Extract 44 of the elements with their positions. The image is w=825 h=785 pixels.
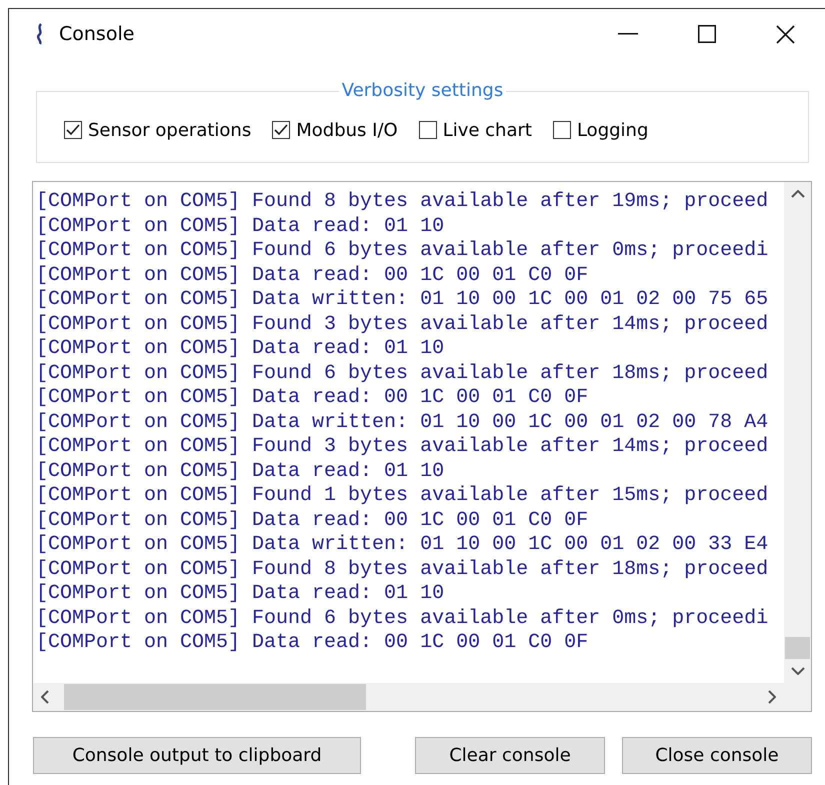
log-line: [COMPort on COM5] Data written: 01 10 00 1C 00 01 02 00 33 E4 xyxy=(36,533,768,558)
close-icon[interactable] xyxy=(776,24,795,44)
maximize-icon[interactable] xyxy=(698,25,716,43)
log-line: [COMPort on COM5] Data read: 00 1C 00 01 C0 0F xyxy=(36,508,588,533)
scroll-up-icon[interactable] xyxy=(790,190,804,198)
scroll-left-icon[interactable] xyxy=(41,690,49,704)
log-line: [COMPort on COM5] Found 8 bytes available after 19ms; proceed xyxy=(36,190,768,214)
copy-to-clipboard-button[interactable]: Console output to clipboard xyxy=(33,737,361,774)
log-line: [COMPort on COM5] Data written: 01 10 00 1C 00 01 02 00 75 65 xyxy=(36,288,768,312)
log-line: [COMPort on COM5] Found 1 bytes available after 15ms; proceed xyxy=(36,484,768,508)
log-line: [COMPort on COM5] Data read: 00 1C 00 01 C0 0F xyxy=(36,631,588,656)
log-line: [COMPort on COM5] Found 6 bytes available after 0ms; proceedi xyxy=(36,239,768,264)
log-line: [COMPort on COM5] Found 6 bytes available after 18ms; proceed xyxy=(36,362,768,386)
log-line: [COMPort on COM5] Found 3 bytes available after 14ms; proceed xyxy=(36,435,768,460)
vertical-scrollbar[interactable] xyxy=(784,182,811,683)
window-title: Console xyxy=(59,23,136,45)
log-line: [COMPort on COM5] Data read: 00 1C 00 01 C0 0F xyxy=(36,386,588,410)
checkbox[interactable] xyxy=(272,121,290,139)
scrollbar-thumb[interactable] xyxy=(785,637,810,659)
app-icon xyxy=(35,23,45,45)
checkbox-label: Live chart xyxy=(442,120,532,140)
log-line: [COMPort on COM5] Found 3 bytes available after 14ms; proceed xyxy=(36,312,768,337)
checkbox-label: Sensor operations xyxy=(88,120,252,140)
checkbox[interactable] xyxy=(64,121,82,139)
checkbox-label: Modbus I/O xyxy=(296,120,398,140)
group-title: Verbosity settings xyxy=(338,80,506,102)
log-line: [COMPort on COM5] Found 8 bytes available after 18ms; proceed xyxy=(36,558,768,582)
log-line: [COMPort on COM5] Found 6 bytes available after 0ms; proceedi xyxy=(36,606,768,631)
log-line: [COMPort on COM5] Data read: 01 10 xyxy=(36,214,444,239)
scrollbar-thumb[interactable] xyxy=(64,684,366,710)
log-line: [COMPort on COM5] Data read: 01 10 xyxy=(36,460,444,484)
close-console-button[interactable]: Close console xyxy=(622,737,812,774)
scroll-right-icon[interactable] xyxy=(768,690,776,704)
checkbox[interactable] xyxy=(418,121,437,139)
checkbox-label: Logging xyxy=(576,120,648,140)
scroll-down-icon[interactable] xyxy=(790,667,804,675)
horizontal-scrollbar[interactable] xyxy=(33,683,784,711)
checkbox[interactable] xyxy=(552,121,571,139)
log-line: [COMPort on COM5] Data written: 01 10 00 1C 00 01 02 00 78 A4 xyxy=(36,410,768,435)
clear-console-button[interactable]: Clear console xyxy=(415,737,605,774)
log-line: [COMPort on COM5] Data read: 01 10 xyxy=(36,582,444,606)
minimize-icon[interactable] xyxy=(618,33,638,35)
log-line: [COMPort on COM5] Data read: 00 1C 00 01 C0 0F xyxy=(36,264,588,288)
log-line: [COMPort on COM5] Data read: 01 10 xyxy=(36,337,444,362)
